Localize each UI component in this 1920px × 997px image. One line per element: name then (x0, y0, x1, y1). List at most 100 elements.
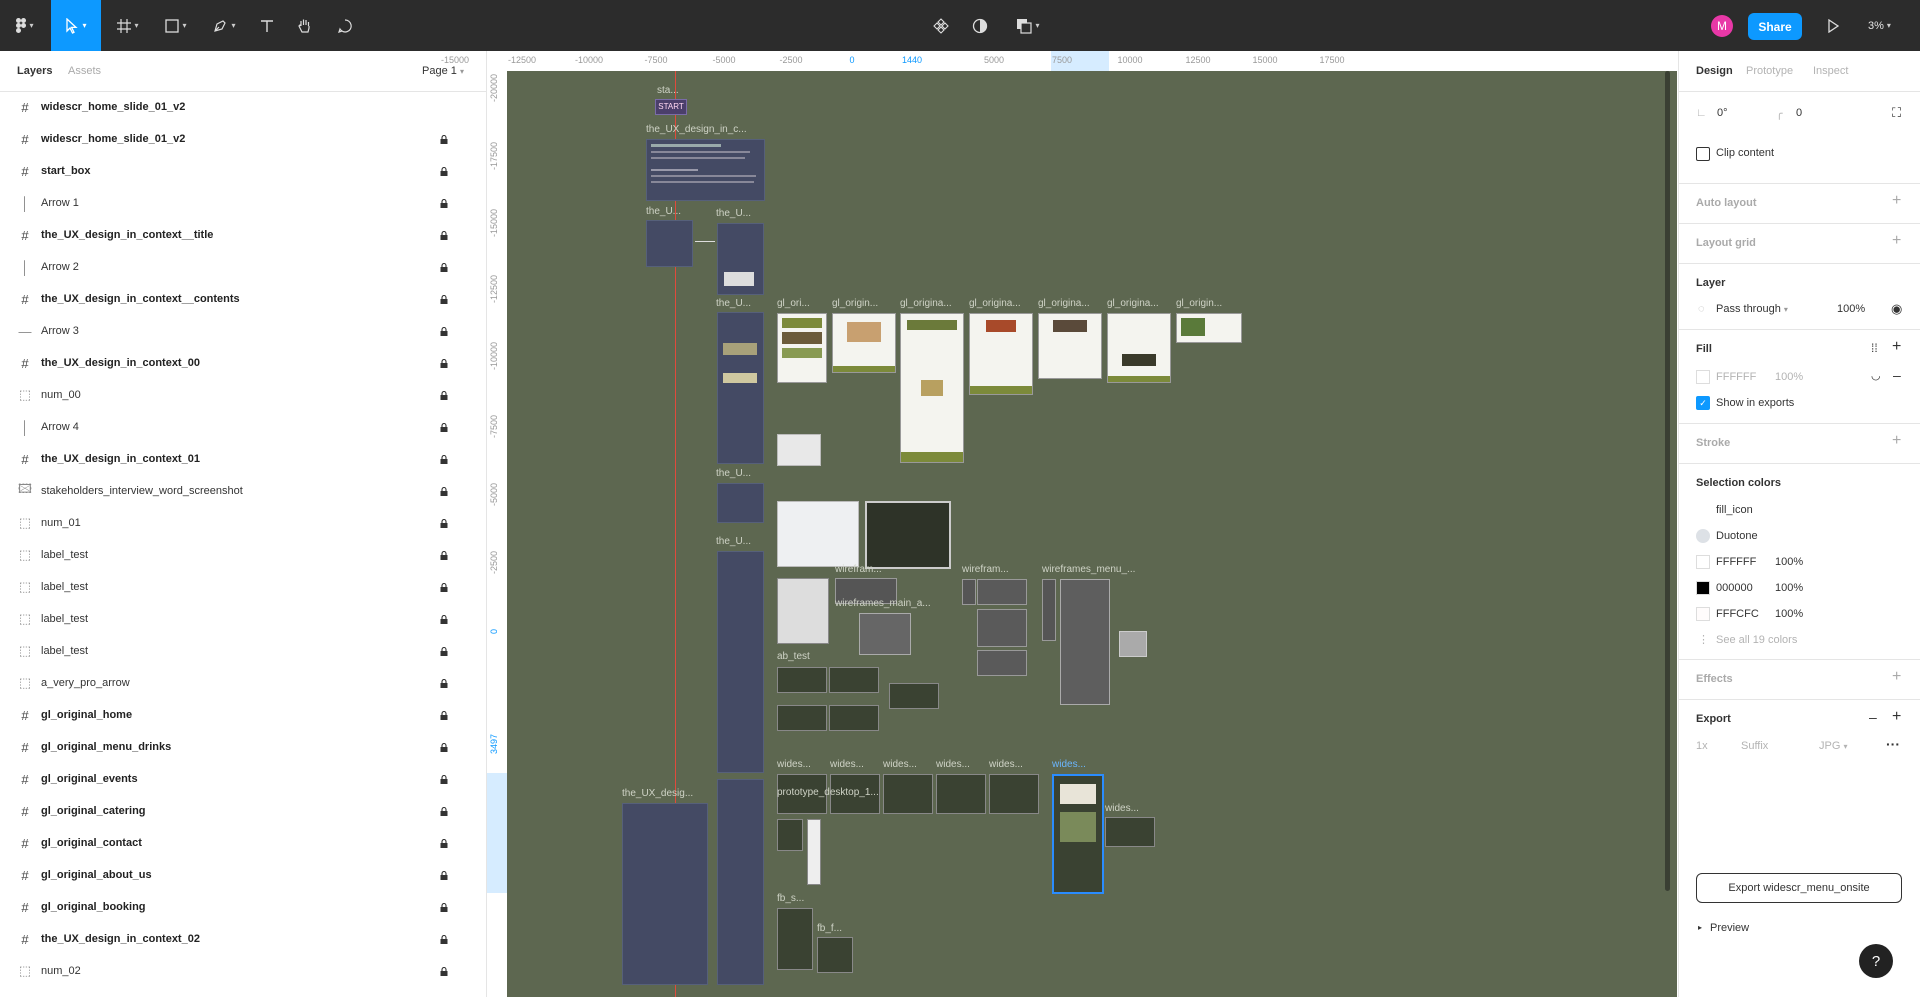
eye-icon[interactable]: ◉ (1891, 301, 1902, 317)
show-in-exports-checkbox[interactable]: ✓ (1696, 396, 1710, 410)
ab-test-frame[interactable] (829, 705, 879, 731)
layer-row[interactable]: # widescr_home_slide_01_v2 (0, 91, 486, 123)
lock-icon[interactable] (440, 870, 448, 880)
color-opacity[interactable]: 100% (1775, 582, 1803, 594)
remove-fill-icon[interactable]: – (1893, 367, 1901, 383)
widescreen-frame[interactable] (1105, 817, 1155, 847)
color-swatch[interactable] (1696, 503, 1710, 517)
add-auto-layout-icon[interactable]: + (1892, 192, 1901, 210)
components-button[interactable] (930, 0, 952, 51)
ux-frame[interactable] (717, 551, 764, 773)
ux-frame[interactable] (717, 483, 764, 523)
layer-row[interactable]: — Arrow 3 (0, 315, 486, 347)
frame-label[interactable]: fb_f... (817, 923, 842, 934)
lock-icon[interactable] (440, 742, 448, 752)
caret-right-icon[interactable]: ▸ (1698, 923, 1702, 932)
title-frame[interactable] (646, 139, 765, 201)
vertical-scrollbar[interactable] (1665, 71, 1670, 891)
style-grid-icon[interactable]: ⁞⁞ (1871, 341, 1878, 355)
frame-label[interactable]: gl_origin... (832, 298, 878, 309)
frame-label[interactable]: the_UX_desig... (622, 788, 693, 799)
frame-label[interactable]: sta... (657, 85, 679, 96)
color-swatch[interactable] (1696, 555, 1710, 569)
frame-label[interactable]: wides... (1105, 803, 1139, 814)
fb-frame[interactable] (817, 937, 853, 973)
layer-row[interactable]: # the_UX_design_in_context_02 (0, 923, 486, 955)
sitemap-image[interactable] (777, 501, 859, 567)
gl-original-events[interactable] (900, 313, 964, 463)
lock-icon[interactable] (440, 550, 448, 560)
gl-original-menu[interactable] (832, 313, 896, 373)
color-swatch[interactable] (1696, 529, 1710, 543)
fill-hex-input[interactable]: FFFFFF (1716, 371, 1756, 383)
layer-row[interactable]: # gl_original_about_us (0, 859, 486, 891)
lock-icon[interactable] (440, 262, 448, 272)
frame-label[interactable]: wides... (989, 759, 1023, 770)
preview-toggle[interactable]: Preview (1710, 922, 1749, 934)
hand-tool-button[interactable] (290, 0, 320, 51)
export-format-dropdown[interactable]: JPG ▾ (1819, 740, 1847, 752)
frame-label[interactable]: gl_ori... (777, 298, 810, 309)
color-opacity[interactable]: 100% (1775, 608, 1803, 620)
export-suffix-input[interactable]: Suffix (1741, 740, 1768, 752)
export-scale-dropdown[interactable]: 1x (1696, 740, 1708, 752)
moodboard-image[interactable] (865, 501, 951, 569)
color-opacity[interactable]: 100% (1775, 556, 1803, 568)
color-name[interactable]: FFFCFC (1716, 608, 1759, 620)
frame-label[interactable]: gl_origina... (1107, 298, 1159, 309)
lock-icon[interactable] (440, 614, 448, 624)
frame-label[interactable]: gl_origina... (1038, 298, 1090, 309)
lock-icon[interactable] (440, 710, 448, 720)
widescreen-frame[interactable] (883, 774, 933, 814)
user-avatar[interactable]: M (1711, 15, 1733, 37)
main-menu-button[interactable]: ▾ (8, 0, 42, 51)
layer-row[interactable]: # the_UX_design_in_context__contents (0, 283, 486, 315)
lock-icon[interactable] (440, 966, 448, 976)
frame-label[interactable]: wireframes_menu_... (1042, 564, 1135, 575)
fill-swatch[interactable] (1696, 370, 1710, 384)
gl-original-booking[interactable] (1176, 313, 1242, 343)
layer-row[interactable]: ⬚ a_very_pro_arrow (0, 667, 486, 699)
stakeholders-screenshot[interactable] (777, 434, 821, 466)
color-swatch[interactable] (1696, 607, 1710, 621)
see-all-colors-link[interactable]: See all 19 colors (1716, 634, 1797, 646)
layer-row[interactable]: │ Arrow 4 (0, 411, 486, 443)
add-effect-icon[interactable]: + (1892, 668, 1901, 686)
layer-row[interactable]: # widescr_home_slide_01_v2 (0, 123, 486, 155)
clip-content-checkbox[interactable] (1696, 147, 1710, 161)
widescreen-frame[interactable] (936, 774, 986, 814)
lock-icon[interactable] (440, 646, 448, 656)
comment-tool-button[interactable] (330, 0, 360, 51)
lock-icon[interactable] (440, 230, 448, 240)
lock-icon[interactable] (440, 134, 448, 144)
layer-row[interactable]: ⬚ label_test (0, 571, 486, 603)
frame-label[interactable]: gl_origina... (900, 298, 952, 309)
canvas[interactable]: sta... START the_UX_design_in_c... the_U… (507, 71, 1677, 997)
gl-original-about-us[interactable] (1107, 313, 1171, 383)
frame-label[interactable]: fb_s... (777, 893, 804, 904)
lock-icon[interactable] (440, 678, 448, 688)
lock-icon[interactable] (440, 422, 448, 432)
frame-label[interactable]: gl_origina... (969, 298, 1021, 309)
gl-original-catering[interactable] (969, 313, 1033, 395)
lock-icon[interactable] (440, 326, 448, 336)
gl-original-home[interactable] (777, 313, 827, 383)
fb-frame[interactable] (777, 908, 813, 970)
fill-opacity-input[interactable]: 100% (1775, 371, 1803, 383)
layer-row[interactable]: # gl_original_contact (0, 827, 486, 859)
ux-frame[interactable] (717, 312, 764, 464)
lock-icon[interactable] (440, 518, 448, 528)
color-name[interactable]: FFFFFF (1716, 556, 1756, 568)
ux-frame[interactable] (646, 220, 693, 267)
layer-row[interactable]: # the_UX_design_in_context__title (0, 219, 486, 251)
lock-icon[interactable] (440, 902, 448, 912)
wireframe-menu-frame[interactable] (1060, 579, 1110, 705)
frame-label[interactable]: wirefram... (962, 564, 1009, 575)
widescreen-frame[interactable] (989, 774, 1039, 814)
frame-label-selected[interactable]: wides... (1052, 759, 1086, 770)
add-export-icon[interactable]: + (1892, 708, 1901, 726)
frame-label[interactable]: wides... (777, 759, 811, 770)
help-button[interactable]: ? (1859, 944, 1893, 978)
sketch-image[interactable] (777, 578, 829, 644)
prototype-frame[interactable] (777, 819, 803, 851)
